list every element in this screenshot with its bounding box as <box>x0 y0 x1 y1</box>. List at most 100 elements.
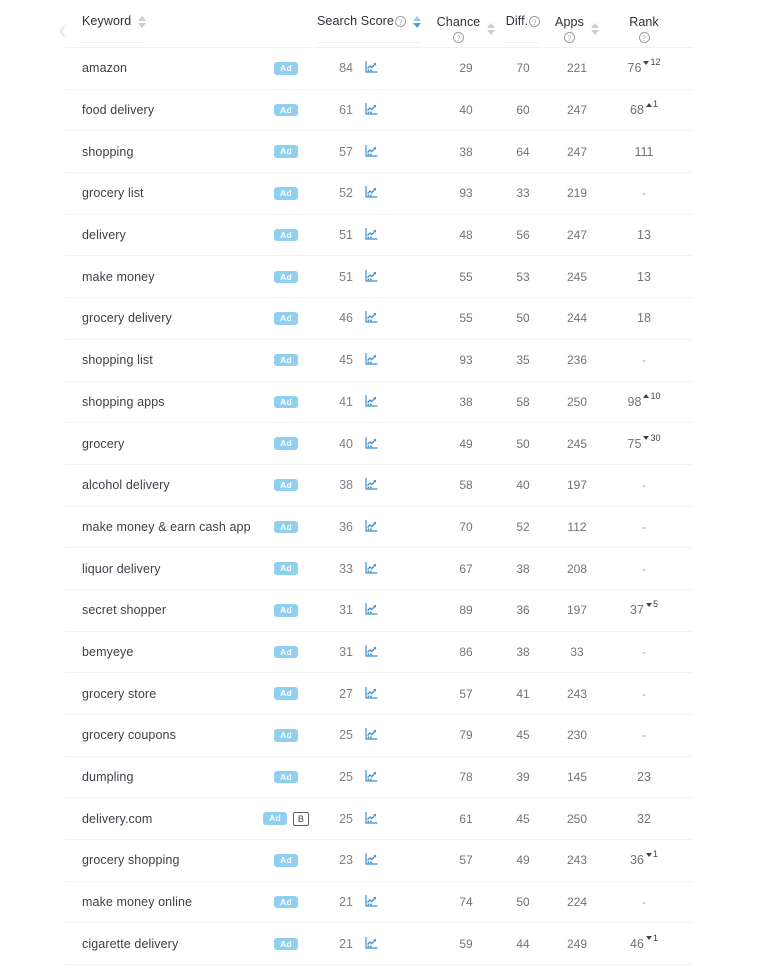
help-icon-diff[interactable]: ? <box>529 16 541 28</box>
trend-chart-icon[interactable] <box>365 602 378 618</box>
help-icon-apps[interactable]: ? <box>564 32 575 43</box>
ad-badge[interactable]: Ad <box>274 729 298 742</box>
cell-keyword[interactable]: make money <box>65 256 255 297</box>
ad-badge[interactable]: Ad <box>274 353 298 367</box>
table-row[interactable]: amazon Ad 84 29 70 221 76 12 <box>65 48 693 90</box>
cell-keyword[interactable]: shopping <box>65 131 255 172</box>
column-header-apps[interactable]: Apps ? <box>549 15 605 43</box>
table-row[interactable]: grocery delivery Ad 46 55 50 244 18 <box>65 298 693 340</box>
ad-badge[interactable]: Ad <box>274 645 298 659</box>
cell-keyword[interactable]: grocery list <box>65 173 255 214</box>
cell-keyword[interactable]: alcohol delivery <box>65 465 255 506</box>
table-row[interactable]: shopping list Ad 45 93 35 236 - <box>65 340 693 382</box>
ad-badge[interactable]: Ad <box>274 937 298 951</box>
cell-keyword[interactable]: grocery coupons <box>65 715 255 756</box>
column-header-chance[interactable]: Chance ? <box>435 15 497 43</box>
ad-badge[interactable]: Ad <box>274 562 298 575</box>
trend-chart-icon[interactable] <box>365 269 378 285</box>
cell-keyword[interactable]: grocery <box>65 423 255 464</box>
cell-keyword[interactable]: cigarette delivery <box>65 923 255 964</box>
trend-chart-icon[interactable] <box>365 852 378 868</box>
ad-badge[interactable]: Ad <box>274 228 298 242</box>
table-row[interactable]: liquor delivery Ad 33 67 38 208 - <box>65 548 693 590</box>
ad-badge[interactable]: Ad <box>274 145 298 158</box>
table-row[interactable]: grocery coupons Ad 25 79 45 230 - <box>65 715 693 757</box>
table-row[interactable]: cigarette delivery Ad 21 59 44 249 46 1 <box>65 923 693 966</box>
table-row[interactable]: grocery shopping Ad 23 57 49 243 36 1 <box>65 840 693 882</box>
trend-chart-icon[interactable] <box>365 352 378 368</box>
trend-chart-icon[interactable] <box>365 60 378 76</box>
column-header-rank[interactable]: Rank ? <box>605 15 683 43</box>
table-row[interactable]: delivery.com Ad B 25 61 45 250 32 <box>65 798 693 841</box>
sort-toggle-apps[interactable] <box>590 21 599 37</box>
help-icon-rank[interactable]: ? <box>638 32 650 43</box>
trend-chart-icon[interactable] <box>365 102 378 118</box>
ad-badge[interactable]: Ad <box>274 62 298 75</box>
trend-chart-icon[interactable] <box>365 227 378 243</box>
column-header-keyword[interactable]: Keyword <box>65 1 255 43</box>
trend-chart-icon[interactable] <box>365 811 378 827</box>
cell-keyword[interactable]: amazon <box>65 48 255 89</box>
cell-keyword[interactable]: shopping apps <box>65 382 255 423</box>
trend-chart-icon[interactable] <box>365 894 378 910</box>
trend-chart-icon[interactable] <box>365 310 378 326</box>
help-icon-chance[interactable]: ? <box>453 32 464 43</box>
cell-keyword[interactable]: shopping list <box>65 340 255 381</box>
cell-keyword[interactable]: make money online <box>65 882 255 923</box>
ad-badge[interactable]: Ad <box>274 604 298 617</box>
table-row[interactable]: delivery Ad 51 48 56 247 13 <box>65 215 693 257</box>
ad-badge[interactable]: Ad <box>274 478 298 492</box>
ad-badge[interactable]: Ad <box>274 395 298 409</box>
cell-keyword[interactable]: secret shopper <box>65 590 255 631</box>
help-icon-search-score[interactable]: ? <box>394 16 406 28</box>
trend-chart-icon[interactable] <box>365 477 378 493</box>
sort-toggle-keyword[interactable] <box>138 14 147 30</box>
trend-chart-icon[interactable] <box>365 436 378 452</box>
column-header-search-score[interactable]: Search Score ? <box>317 1 435 43</box>
table-row[interactable]: make money & earn cash app Ad 36 70 52 112 - <box>65 507 693 549</box>
sort-toggle-chance[interactable] <box>487 21 496 37</box>
table-row[interactable]: grocery Ad 40 49 50 245 75 30 <box>65 423 693 465</box>
table-row[interactable]: shopping Ad 57 38 64 247 111 <box>65 131 693 174</box>
table-row[interactable]: grocery list Ad 52 93 33 219 - <box>65 173 693 215</box>
ad-badge[interactable]: Ad <box>274 270 298 284</box>
cell-keyword[interactable]: delivery.com <box>65 798 255 839</box>
cell-keyword[interactable]: bemyeye <box>65 632 255 673</box>
ad-badge[interactable]: Ad <box>274 437 298 450</box>
trend-chart-icon[interactable] <box>365 561 378 577</box>
table-row[interactable]: make money Ad 51 55 53 245 13 <box>65 256 693 299</box>
trend-chart-icon[interactable] <box>365 769 378 785</box>
ad-badge[interactable]: Ad <box>274 312 298 325</box>
ad-badge[interactable]: Ad <box>274 770 298 784</box>
b-badge[interactable]: B <box>292 811 309 826</box>
trend-chart-icon[interactable] <box>365 686 378 702</box>
trend-chart-icon[interactable] <box>365 519 378 535</box>
trend-chart-icon[interactable] <box>365 394 378 410</box>
cell-keyword[interactable]: grocery shopping <box>65 840 255 881</box>
ad-badge[interactable]: Ad <box>263 812 287 825</box>
table-row[interactable]: grocery store Ad 27 57 41 243 - <box>65 673 693 715</box>
trend-chart-icon[interactable] <box>365 144 378 160</box>
cell-keyword[interactable]: make money & earn cash app <box>65 507 255 548</box>
table-row[interactable]: bemyeye Ad 31 86 38 33 - <box>65 632 693 674</box>
trend-chart-icon[interactable] <box>365 936 378 952</box>
table-row[interactable]: food delivery Ad 61 40 60 247 68 1 <box>65 90 693 132</box>
column-header-diff[interactable]: Diff. ? <box>497 1 549 43</box>
ad-badge[interactable]: Ad <box>274 687 298 700</box>
table-row[interactable]: shopping apps Ad 41 38 58 250 98 10 <box>65 382 693 424</box>
trend-chart-icon[interactable] <box>365 644 378 660</box>
ad-badge[interactable]: Ad <box>274 103 298 117</box>
cell-keyword[interactable]: liquor delivery <box>65 548 255 589</box>
cell-keyword[interactable]: dumpling <box>65 757 255 798</box>
trend-chart-icon[interactable] <box>365 185 378 201</box>
table-row[interactable]: secret shopper Ad 31 89 36 197 37 5 <box>65 590 693 632</box>
trend-chart-icon[interactable] <box>365 727 378 743</box>
ad-badge[interactable]: Ad <box>274 895 298 909</box>
table-row[interactable]: alcohol delivery Ad 38 58 40 197 - <box>65 465 693 507</box>
cell-keyword[interactable]: grocery delivery <box>65 298 255 339</box>
sort-toggle-search-score[interactable] <box>412 14 421 30</box>
ad-badge[interactable]: Ad <box>274 854 298 867</box>
ad-badge[interactable]: Ad <box>274 520 298 534</box>
cell-keyword[interactable]: delivery <box>65 215 255 256</box>
ad-badge[interactable]: Ad <box>274 187 298 200</box>
